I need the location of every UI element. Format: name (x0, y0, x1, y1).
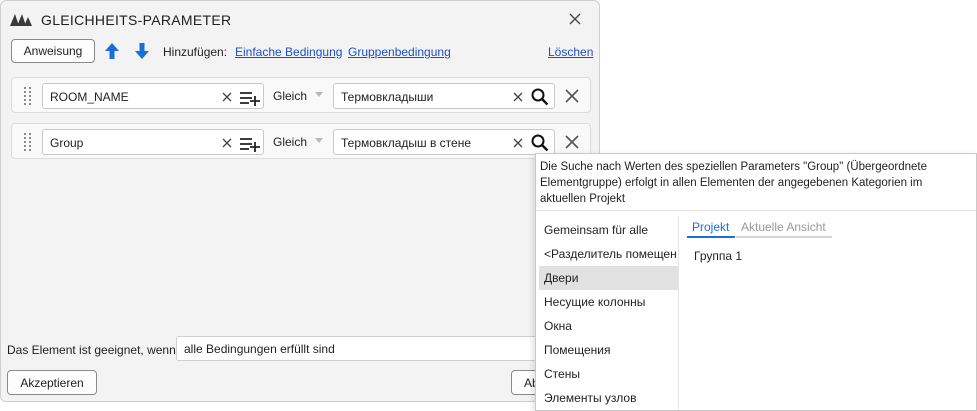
chevron-down-icon (315, 138, 323, 143)
clear-icon[interactable] (512, 137, 524, 149)
tab-current-view[interactable]: Aktuelle Ansicht (741, 220, 826, 234)
remove-condition-icon[interactable] (565, 89, 579, 103)
statement-button[interactable]: Anweisung (11, 39, 95, 63)
clear-icon[interactable] (512, 91, 524, 103)
divider (536, 210, 976, 211)
category-item[interactable]: <Разделитель помещен (539, 242, 678, 266)
operator-select[interactable]: Gleich (273, 89, 307, 103)
close-icon[interactable] (567, 11, 583, 27)
search-icon[interactable] (531, 134, 549, 152)
list-add-icon[interactable] (239, 90, 261, 106)
chevron-down-icon (315, 92, 323, 97)
operator-select[interactable]: Gleich (273, 135, 307, 149)
clear-icon[interactable] (221, 91, 233, 103)
divider (678, 216, 679, 410)
tab-underline (736, 236, 832, 238)
clear-icon[interactable] (221, 137, 233, 149)
eligibility-value: alle Bedingungen erfüllt sind (184, 342, 335, 356)
parameter-value: Group (50, 136, 84, 150)
eligibility-label: Das Element ist geeignet, wenn (7, 343, 176, 357)
parameter-field[interactable]: ROOM_NAME (42, 83, 264, 109)
value-field[interactable]: Термовкладыш в стене (333, 129, 555, 155)
add-group-condition-link[interactable]: Gruppenbedingung (348, 45, 451, 59)
category-item[interactable]: Элементы узлов (539, 386, 678, 410)
category-item[interactable]: Окна (539, 314, 678, 338)
value-text: Термовкладыш в стене (341, 136, 471, 150)
category-item[interactable]: Помещения (539, 338, 678, 362)
title-bar: GLEICHHEITS-PARAMETER (1, 1, 599, 37)
move-down-arrow-icon[interactable] (134, 42, 150, 60)
drag-handle-icon[interactable] (24, 87, 32, 105)
value-list-item[interactable]: Группа 1 (694, 249, 742, 263)
tab-project[interactable]: Projekt (692, 220, 729, 234)
remove-condition-icon[interactable] (565, 135, 579, 149)
search-icon[interactable] (531, 88, 549, 106)
value-text: Термовкладыши (341, 90, 434, 104)
dialog-title: GLEICHHEITS-PARAMETER (41, 12, 232, 28)
category-item[interactable]: Gemeinsam für alle (539, 218, 678, 242)
parameter-value: ROOM_NAME (50, 90, 129, 104)
eligibility-select[interactable]: alle Bedingungen erfüllt sind (176, 336, 556, 361)
accept-button[interactable]: Akzeptieren (7, 370, 97, 395)
app-logo-icon (10, 14, 32, 26)
add-label: Hinzufügen: (163, 45, 228, 59)
drag-handle-icon[interactable] (24, 133, 32, 151)
category-item-selected[interactable]: Двери (539, 266, 678, 290)
parameter-field[interactable]: Group (42, 129, 264, 155)
add-simple-condition-link[interactable]: Einfache Bedingung (235, 45, 342, 59)
toolbar: Anweisung Hinzufügen: Einfache Bedingung… (1, 39, 599, 67)
category-item[interactable]: Стены (539, 362, 678, 386)
condition-row: ROOM_NAME Gleich Термовкладыши (11, 77, 591, 113)
value-field[interactable]: Термовкладыши (333, 83, 555, 109)
category-list: Gemeinsam für alle <Разделитель помещен … (536, 216, 678, 410)
move-up-arrow-icon[interactable] (104, 42, 120, 60)
equality-parameters-dialog: GLEICHHEITS-PARAMETER Anweisung Hinzufüg… (0, 0, 600, 402)
value-search-popup: Die Suche nach Werten des speziellen Par… (535, 153, 977, 411)
delete-link[interactable]: Löschen (548, 45, 593, 59)
popup-description: Die Suche nach Werten des speziellen Par… (540, 161, 928, 205)
category-item[interactable]: Несущие колонны (539, 290, 678, 314)
condition-row: Group Gleich Термовкладыш в стене (11, 123, 591, 159)
active-tab-indicator (687, 236, 735, 238)
list-add-icon[interactable] (239, 136, 261, 152)
